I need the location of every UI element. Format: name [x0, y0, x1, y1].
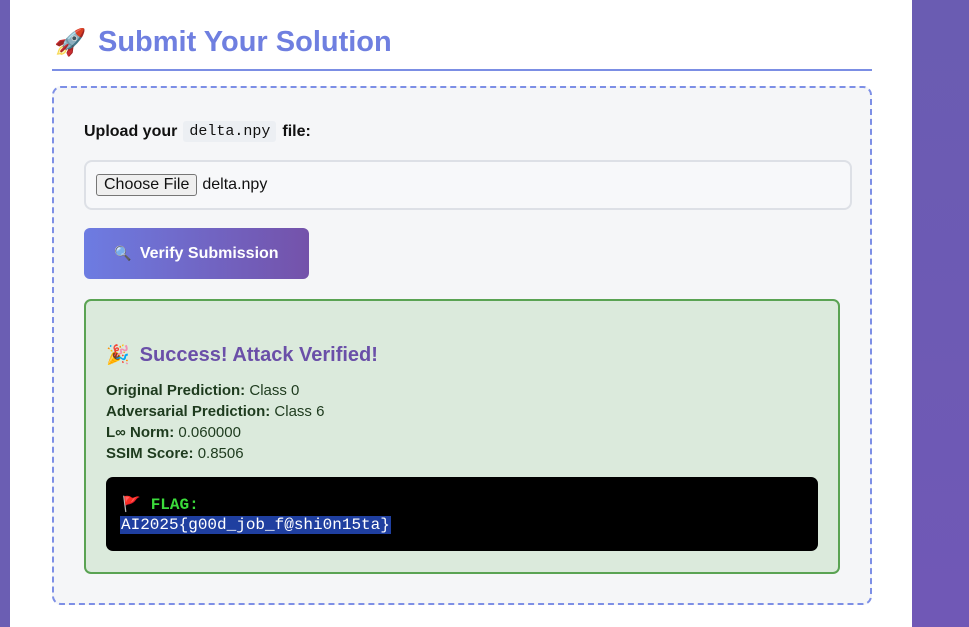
result-success-box: 🎉 Success! Attack Verified! Original Pre… — [84, 299, 840, 574]
file-input-field[interactable]: Choose File delta.npy — [84, 160, 852, 210]
title-divider — [52, 69, 872, 71]
result-label: SSIM Score: — [106, 445, 194, 462]
section-title-text: Submit Your Solution — [98, 25, 392, 58]
verify-submission-button[interactable]: 🔍 Verify Submission — [84, 228, 309, 279]
rocket-icon: 🚀 — [54, 26, 87, 57]
result-label: L∞ Norm: — [106, 424, 175, 441]
result-value: Class 0 — [249, 382, 300, 399]
upload-label: Upload your delta.npy file: — [84, 121, 311, 142]
result-title-text: Success! Attack Verified! — [139, 343, 378, 366]
result-label: Adversarial Prediction: — [106, 403, 271, 420]
result-value: 0.8506 — [197, 445, 244, 462]
result-line-adversarial: Adversarial Prediction: Class 6 — [106, 401, 324, 422]
flag-heading: 🚩 FLAG: — [122, 495, 199, 515]
result-details: Original Prediction: Class 0 Adversarial… — [106, 380, 324, 464]
flag-box: 🚩 FLAG: AI2025{g00d_job_f@shi0n15ta} — [106, 477, 818, 551]
result-value: Class 6 — [274, 403, 325, 420]
result-line-linf: L∞ Norm: 0.060000 — [106, 422, 324, 443]
section-title: 🚀 Submit Your Solution — [54, 20, 392, 64]
upload-label-suffix: file: — [282, 122, 311, 140]
red-flag-icon: 🚩 — [122, 497, 141, 514]
upload-dropzone: Upload your delta.npy file: Choose File … — [52, 86, 872, 605]
choose-file-button[interactable]: Choose File — [96, 174, 198, 196]
selected-file-name: delta.npy — [202, 176, 268, 193]
upload-filename-code: delta.npy — [183, 121, 277, 142]
result-title: 🎉 Success! Attack Verified! — [106, 343, 378, 367]
result-value: 0.060000 — [178, 424, 241, 441]
verify-button-label: Verify Submission — [139, 244, 279, 262]
party-popper-icon: 🎉 — [106, 345, 130, 366]
page-background-left — [0, 0, 10, 627]
submit-panel: 🚀 Submit Your Solution Upload your delta… — [10, 0, 912, 627]
magnifier-icon: 🔍 — [114, 245, 132, 261]
upload-label-prefix: Upload your — [84, 122, 178, 140]
result-label: Original Prediction: — [106, 382, 246, 399]
flag-label: FLAG: — [150, 495, 199, 514]
flag-value[interactable]: AI2025{g00d_job_f@shi0n15ta} — [120, 516, 391, 534]
page-background-right — [912, 0, 969, 627]
result-line-ssim: SSIM Score: 0.8506 — [106, 443, 324, 464]
result-line-original: Original Prediction: Class 0 — [106, 380, 324, 401]
